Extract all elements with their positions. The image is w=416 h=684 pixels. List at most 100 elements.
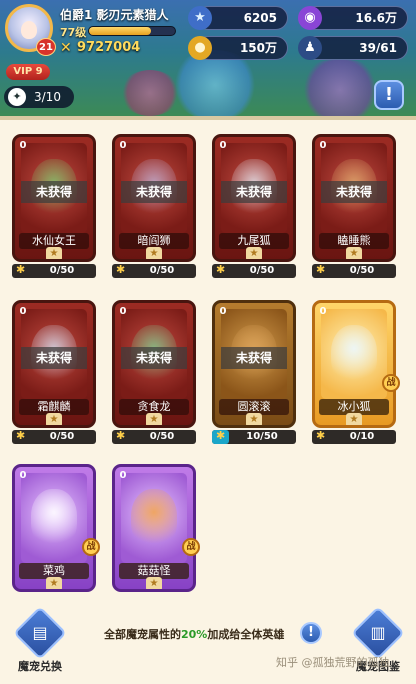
team-icon: ✦ xyxy=(8,88,26,106)
star-icon: ★ xyxy=(46,413,62,425)
puzzle-piece-icon: ✱ xyxy=(116,263,126,276)
pet-card[interactable]: 0 未获得 圆滚滚 ★ ✱ 10/50 xyxy=(212,300,296,446)
pet-card-frame: 0 未获得 贪食龙 ★ xyxy=(112,300,196,428)
pet-card[interactable]: 0 未获得 霜麒麟 ★ ✱ 0/50 xyxy=(12,300,96,446)
fragment-count: 0/10 xyxy=(349,431,375,442)
not-obtained-label: 未获得 xyxy=(21,347,87,369)
pet-card[interactable]: 0 未获得 水仙女王 ★ ✱ 0/50 xyxy=(12,134,96,280)
star-icon: ★ xyxy=(346,413,362,425)
puzzle-piece-icon: ✱ xyxy=(116,429,126,442)
pet-card[interactable]: 0 菜鸡 ★ 战 xyxy=(12,464,100,610)
puzzle-piece-icon: ✱ xyxy=(16,263,26,276)
fragment-count: 0/50 xyxy=(149,431,175,442)
pet-star-count: 0 xyxy=(19,140,27,151)
coin-icon: ● xyxy=(188,36,212,60)
info-button[interactable]: ! xyxy=(374,80,404,110)
battle-badge: 战 xyxy=(182,538,200,556)
top-header: 21 VIP 9 伯爵1 影刃元素猎人 77级 ✕ 9727004 6205 ★… xyxy=(0,0,416,116)
pet-portrait xyxy=(331,325,377,383)
pet-card-frame: 0 未获得 瞌睡熊 ★ xyxy=(312,134,396,262)
level-badge: 21 xyxy=(36,38,56,56)
pet-card[interactable]: 0 未获得 瞌睡熊 ★ ✱ 0/50 xyxy=(312,134,396,280)
pet-card-frame: 0 未获得 霜麒麟 ★ xyxy=(12,300,96,428)
bottom-bar: ▤ 魔宠兑换 全部魔宠属性的20%加成给全体英雄 ! ▥ 魔宠图鉴 知乎 @孤独… xyxy=(0,606,416,684)
fragment-count: 0/50 xyxy=(349,265,375,276)
crossed-swords-icon: ✕ xyxy=(60,40,72,56)
people-icon: ♟ xyxy=(298,36,322,60)
pet-card[interactable]: 0 冰小狐 ★ 战 ✱ 0/10 xyxy=(312,300,400,446)
not-obtained-label: 未获得 xyxy=(321,181,387,203)
bonus-percent: 20% xyxy=(181,628,208,641)
puzzle-piece-icon: ✱ xyxy=(316,263,326,276)
ticket-icon: ▤ xyxy=(13,606,67,660)
team-count-text: 3/10 xyxy=(34,90,61,104)
pet-portrait xyxy=(31,489,77,547)
fragment-count: 0/50 xyxy=(249,265,275,276)
bonus-suffix: 加成给全体英雄 xyxy=(207,628,285,641)
pet-card[interactable]: 0 未获得 贪食龙 ★ ✱ 0/50 xyxy=(112,300,196,446)
star-icon: ★ xyxy=(246,413,262,425)
fragment-progress-bar: ✱ 0/50 xyxy=(112,263,196,278)
scene-decoration xyxy=(120,70,180,116)
puzzle-piece-icon: ✱ xyxy=(16,429,26,442)
avatar-face xyxy=(21,21,37,39)
team-count[interactable]: ✦ 3/10 xyxy=(4,86,74,108)
pet-star-count: 0 xyxy=(119,306,127,317)
player-name: 伯爵1 影刃元素猎人 xyxy=(60,6,169,23)
fragment-count: 0/50 xyxy=(149,265,175,276)
fragment-progress-bar: ✱ 10/50 xyxy=(212,429,296,444)
pet-portrait xyxy=(131,489,177,547)
exp-bar-fill xyxy=(89,27,151,35)
bonus-description: 全部魔宠属性的20%加成给全体英雄 xyxy=(104,626,284,642)
pet-card-frame: 0 未获得 九尾狐 ★ xyxy=(212,134,296,262)
bonus-info-button[interactable]: ! xyxy=(300,622,322,644)
fragment-progress-bar: ✱ 0/50 xyxy=(312,263,396,278)
watermark: 知乎 @孤独荒野的孤独 xyxy=(276,656,390,669)
fragment-count: 10/50 xyxy=(246,431,278,442)
pet-exchange-label: 魔宠兑换 xyxy=(18,660,62,673)
fragment-progress-bar: ✱ 0/50 xyxy=(12,263,96,278)
fragment-count: 0/50 xyxy=(49,265,75,276)
pet-card[interactable]: 0 未获得 暗阎狮 ★ ✱ 0/50 xyxy=(112,134,196,280)
combat-power: 9727004 xyxy=(77,40,141,55)
star-icon: ★ xyxy=(46,247,62,259)
star-icon: ★ xyxy=(346,247,362,259)
pet-card[interactable]: 0 未获得 九尾狐 ★ ✱ 0/50 xyxy=(212,134,296,280)
pet-card-frame: 0 菜鸡 ★ xyxy=(12,464,96,592)
vip-badge[interactable]: VIP 9 xyxy=(6,64,50,80)
pet-star-count: 0 xyxy=(319,140,327,151)
puzzle-piece-icon: ✱ xyxy=(316,429,326,442)
exp-bar xyxy=(88,26,176,36)
pet-star-count: 0 xyxy=(119,470,127,481)
star-icon: ★ xyxy=(188,6,212,30)
star-icon: ★ xyxy=(146,577,162,589)
fragment-progress-bar: ✱ 0/50 xyxy=(212,263,296,278)
gem-icon: ◉ xyxy=(298,6,322,30)
pet-star-count: 0 xyxy=(219,306,227,317)
pet-star-count: 0 xyxy=(19,306,27,317)
pet-star-count: 0 xyxy=(219,140,227,151)
star-icon: ★ xyxy=(246,247,262,259)
not-obtained-label: 未获得 xyxy=(121,181,187,203)
star-icon: ★ xyxy=(146,413,162,425)
player-level: 77级 xyxy=(60,26,87,39)
battle-badge: 战 xyxy=(382,374,400,392)
scene-decoration xyxy=(300,60,380,116)
book-icon: ▥ xyxy=(351,606,405,660)
not-obtained-label: 未获得 xyxy=(221,181,287,203)
pet-card-frame: 0 冰小狐 ★ xyxy=(312,300,396,428)
pet-card-frame: 0 未获得 暗阎狮 ★ xyxy=(112,134,196,262)
pet-card-frame: 0 未获得 圆滚滚 ★ xyxy=(212,300,296,428)
pet-exchange-button[interactable]: ▤ 魔宠兑换 xyxy=(13,606,67,674)
player-nickname: 影刃元素猎人 xyxy=(96,8,169,22)
star-icon: ★ xyxy=(46,577,62,589)
pet-card-frame: 0 未获得 水仙女王 ★ xyxy=(12,134,96,262)
puzzle-piece-icon: ✱ xyxy=(216,429,226,442)
pet-card-frame: 0 菇菇怪 ★ xyxy=(112,464,196,592)
pet-card[interactable]: 0 菇菇怪 ★ 战 xyxy=(112,464,200,610)
pet-star-count: 0 xyxy=(19,470,27,481)
fragment-progress-bar: ✱ 0/10 xyxy=(312,429,396,444)
player-title: 伯爵1 xyxy=(60,8,93,22)
not-obtained-label: 未获得 xyxy=(21,181,87,203)
puzzle-piece-icon: ✱ xyxy=(216,263,226,276)
